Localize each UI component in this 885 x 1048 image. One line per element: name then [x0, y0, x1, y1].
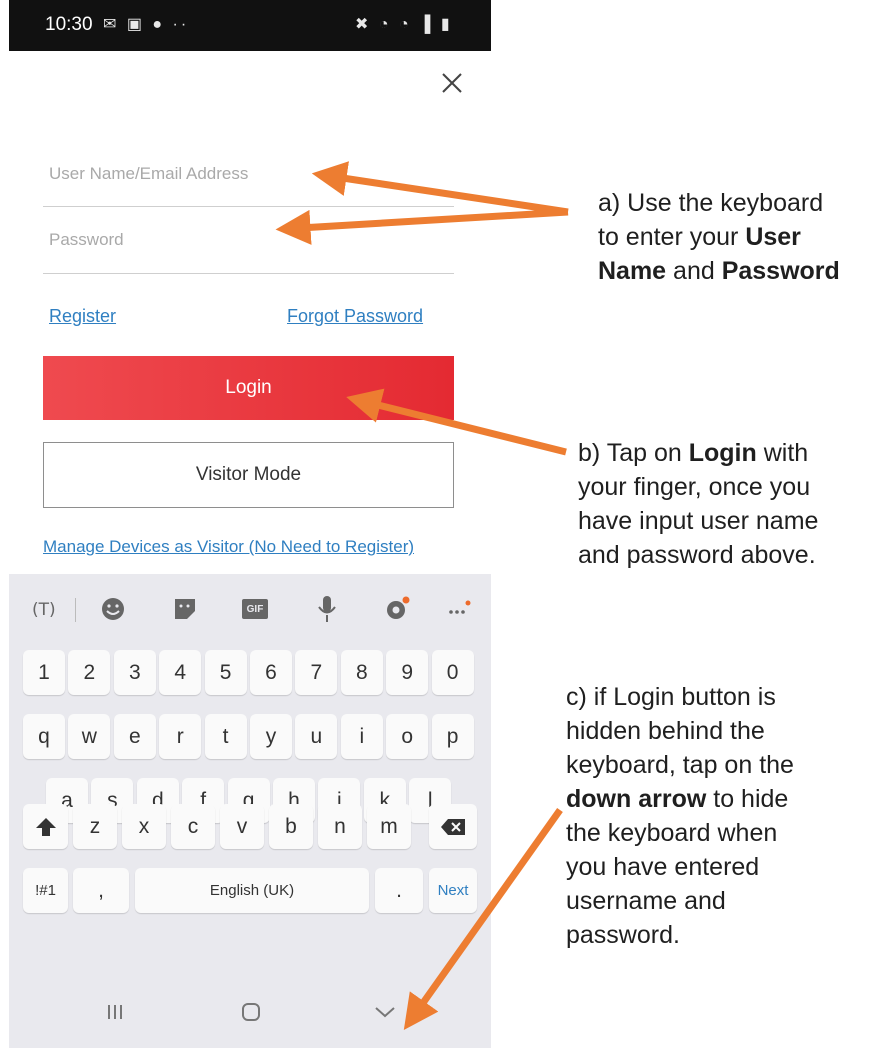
svg-text:(T): (T): [32, 600, 56, 620]
key-2[interactable]: 2: [68, 650, 111, 695]
hide-keyboard-icon[interactable]: [365, 992, 405, 1032]
username-underline: [43, 206, 454, 207]
key-c[interactable]: c: [171, 804, 215, 849]
home-icon[interactable]: [231, 992, 271, 1032]
key-n[interactable]: n: [318, 804, 362, 849]
key-3[interactable]: 3: [113, 650, 156, 695]
microphone-icon[interactable]: [307, 594, 347, 624]
annotation-b: b) Tap on Login with your finger, once y…: [578, 439, 819, 569]
password-underline: [43, 273, 454, 274]
key-m[interactable]: m: [367, 804, 411, 849]
keyboard: (T) GIF 1234567890 qwertyuiop asdfghjkl …: [9, 574, 491, 974]
forgot-password-link[interactable]: Forgot Password: [287, 306, 423, 327]
key-4[interactable]: 4: [159, 650, 202, 695]
system-status-icons: ✖ ◔ ◔ ▐ ▮: [355, 16, 453, 33]
key-0[interactable]: 0: [431, 650, 474, 695]
annotation-a: a) Use the keyboard to enter your User N…: [598, 189, 840, 285]
key-v[interactable]: v: [220, 804, 264, 849]
key-u[interactable]: u: [295, 714, 338, 759]
key-p[interactable]: p: [431, 714, 474, 759]
backspace-icon: [441, 818, 465, 835]
key-5[interactable]: 5: [204, 650, 247, 695]
toolbar-divider: [75, 598, 76, 622]
key-o[interactable]: o: [386, 714, 429, 759]
close-icon: [442, 73, 462, 93]
comma-key[interactable]: ,: [73, 868, 129, 913]
next-key[interactable]: Next: [429, 868, 477, 913]
close-button[interactable]: [435, 66, 469, 100]
shift-icon: [35, 817, 56, 836]
period-key[interactable]: .: [375, 868, 423, 913]
password-input[interactable]: Password: [49, 230, 124, 250]
status-bar: 10:30 ✉ ▣ ● ·· ✖ ◔ ◔ ▐ ▮: [9, 0, 491, 51]
key-9[interactable]: 9: [386, 650, 429, 695]
key-y[interactable]: y: [250, 714, 292, 759]
key-i[interactable]: i: [340, 714, 383, 759]
key-1[interactable]: 1: [23, 650, 65, 695]
settings-icon[interactable]: [377, 594, 417, 624]
gif-icon: GIF: [242, 599, 268, 619]
backspace-key[interactable]: [429, 804, 477, 849]
login-button[interactable]: Login: [43, 356, 454, 420]
recent-apps-icon[interactable]: [95, 992, 135, 1032]
key-z[interactable]: z: [73, 804, 117, 849]
manage-devices-link[interactable]: Manage Devices as Visitor (No Need to Re…: [43, 537, 414, 557]
space-key[interactable]: English (UK): [135, 868, 369, 913]
emoji-icon[interactable]: [93, 594, 133, 624]
visitor-mode-button[interactable]: Visitor Mode: [43, 442, 454, 508]
key-6[interactable]: 6: [250, 650, 292, 695]
status-time: 10:30: [45, 14, 93, 35]
phone-screen: 10:30 ✉ ▣ ● ·· ✖ ◔ ◔ ▐ ▮ User Name/Email…: [9, 0, 491, 1048]
sticker-icon[interactable]: [165, 594, 205, 624]
annotation-c: c) if Login button is hidden behind the …: [566, 683, 794, 949]
symbols-key[interactable]: !#1: [23, 868, 68, 913]
key-x[interactable]: x: [122, 804, 166, 849]
key-7[interactable]: 7: [295, 650, 338, 695]
key-w[interactable]: w: [68, 714, 111, 759]
register-link[interactable]: Register: [49, 306, 116, 327]
key-b[interactable]: b: [269, 804, 313, 849]
notification-icons: ✉ ▣ ● ··: [103, 16, 190, 33]
key-r[interactable]: r: [159, 714, 202, 759]
key-e[interactable]: e: [113, 714, 156, 759]
key-q[interactable]: q: [23, 714, 65, 759]
navigation-bar: [9, 974, 491, 1048]
shift-key[interactable]: [23, 804, 68, 849]
key-t[interactable]: t: [204, 714, 247, 759]
username-input[interactable]: User Name/Email Address: [49, 164, 248, 184]
text-tool-icon[interactable]: (T): [23, 594, 63, 624]
more-icon[interactable]: [439, 594, 479, 624]
gif-button[interactable]: GIF: [235, 594, 275, 624]
key-8[interactable]: 8: [340, 650, 383, 695]
